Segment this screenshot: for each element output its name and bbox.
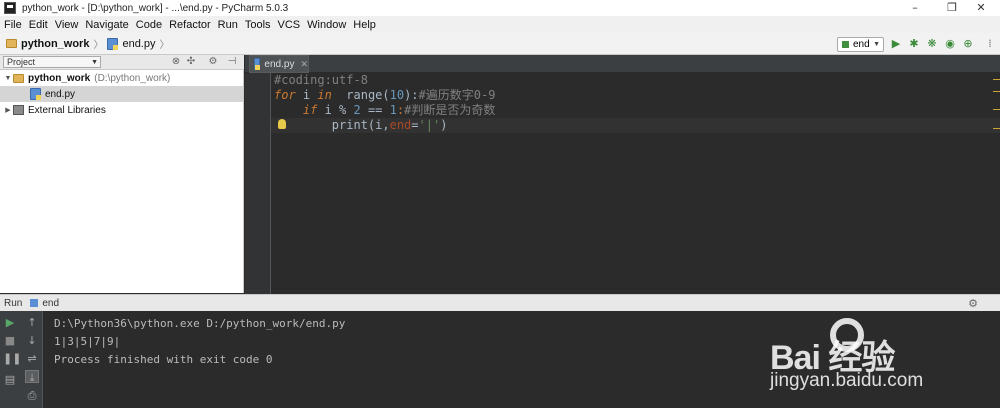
pause-icon[interactable]: ❚❚: [3, 352, 21, 365]
baidu-watermark: Bai 经验 jingyan.baidu.com: [770, 318, 990, 391]
breadcrumb-project[interactable]: python_work: [6, 38, 89, 50]
arrow-down-icon[interactable]: ↓: [25, 334, 39, 347]
error-stripe-mark[interactable]: [993, 79, 1000, 80]
expand-right-icon[interactable]: ▶: [3, 106, 13, 114]
editor-gutter: [245, 73, 271, 294]
arrow-up-icon[interactable]: ↑: [25, 316, 39, 329]
menu-code[interactable]: Code: [136, 19, 162, 31]
hide-panel-icon[interactable]: ⊣: [226, 56, 238, 67]
error-stripe-mark[interactable]: [993, 109, 1000, 110]
tree-item-end-py[interactable]: end.py: [0, 86, 243, 102]
watermark-url: jingyan.baidu.com: [770, 370, 924, 391]
console-output: 1|3|5|7|9|: [54, 335, 121, 348]
menu-navigate[interactable]: Navigate: [85, 19, 128, 31]
error-stripe-mark[interactable]: [993, 128, 1000, 129]
run-icon[interactable]: ▶: [890, 38, 902, 50]
chevron-right-icon: 〉: [93, 40, 104, 51]
menu-tools[interactable]: Tools: [245, 19, 271, 31]
restore-layout-icon[interactable]: ▤: [3, 373, 17, 386]
editor-tab-bar: end.py ✕: [245, 55, 1000, 73]
menu-view[interactable]: View: [55, 19, 79, 31]
project-tree: ▼ python_work (D:\python_work) end.py ▶ …: [0, 70, 244, 293]
error-stripe-mark[interactable]: [993, 91, 1000, 92]
debug-icon[interactable]: ✱: [908, 38, 920, 50]
tab-end-py[interactable]: end.py ✕: [249, 55, 309, 73]
code-line-4: print(i,end='|'): [331, 118, 448, 132]
run-panel-header: Run end ⚙: [0, 294, 1000, 311]
folder-icon: [6, 39, 17, 48]
run-configuration-select[interactable]: end ▼: [837, 37, 884, 52]
menu-refactor[interactable]: Refactor: [169, 19, 211, 31]
minimize-button[interactable]: –: [896, 0, 934, 16]
baidu-paw-logo: [830, 318, 864, 352]
console-exit-status: Process finished with exit code 0: [54, 353, 273, 366]
code-line-2: for i in range(10):#遍历数字0-9: [274, 88, 496, 102]
menu-file[interactable]: File: [4, 19, 22, 31]
python-run-config-icon: [30, 299, 39, 307]
menu-bar: File Edit View Navigate Code Refactor Ru…: [0, 16, 1000, 33]
breadcrumb-file[interactable]: end.py: [107, 37, 155, 50]
python-file-icon: [254, 58, 261, 70]
menu-vcs[interactable]: VCS: [278, 19, 301, 31]
rerun-icon[interactable]: ▶: [3, 316, 17, 329]
python-run-config-icon: [842, 41, 849, 48]
run-config-name: end: [42, 297, 60, 309]
vcs-icon[interactable]: ⊕: [962, 38, 974, 50]
code-line-3: if i % 2 == 1:#判断是否为奇数: [302, 103, 496, 117]
scroll-to-end-icon[interactable]: ⤓: [25, 370, 39, 384]
menu-edit[interactable]: Edit: [29, 19, 48, 31]
folder-icon: [13, 73, 24, 83]
code-editor[interactable]: #coding:utf-8 for i in range(10):#遍历数字0-…: [245, 73, 1000, 294]
print-icon[interactable]: ⎙: [25, 389, 39, 402]
run-panel-title: Run: [4, 297, 23, 309]
chevron-down-icon: ▼: [873, 41, 880, 48]
library-icon: [13, 105, 24, 115]
menu-help[interactable]: Help: [353, 19, 376, 31]
close-tab-icon[interactable]: ✕: [300, 59, 308, 70]
chevron-right-icon: 〉: [159, 40, 170, 51]
title-bar: python_work - [D:\python_work] - ...\end…: [0, 0, 1000, 16]
tree-item-project[interactable]: ▼ python_work (D:\python_work): [0, 70, 243, 86]
window-title: python_work - [D:\python_work] - ...\end…: [22, 2, 289, 14]
tree-item-external-libraries[interactable]: ▶ External Libraries: [0, 102, 243, 118]
code-line-1: #coding:utf-8: [274, 73, 368, 87]
console-command: D:\Python36\python.exe D:/python_work/en…: [54, 317, 346, 330]
expand-down-icon[interactable]: ▼: [3, 75, 13, 82]
python-file-icon: [107, 37, 119, 50]
python-file-icon: [30, 88, 41, 100]
gear-icon[interactable]: ⚙: [207, 56, 219, 67]
sync-icon[interactable]: ⊗: [170, 56, 182, 67]
profile-icon[interactable]: ◉: [944, 38, 956, 50]
menu-run[interactable]: Run: [218, 19, 238, 31]
chevron-down-icon: ▼: [91, 58, 98, 66]
settings-icon[interactable]: ⁞: [984, 38, 996, 50]
pycharm-app-icon: [4, 2, 16, 14]
coverage-icon[interactable]: ❋: [926, 38, 938, 50]
project-view-select[interactable]: Project ▼: [3, 56, 101, 68]
collapse-all-icon[interactable]: ✣: [185, 56, 197, 67]
soft-wrap-icon[interactable]: ⇌: [25, 352, 39, 365]
gear-icon[interactable]: ⚙: [968, 297, 978, 310]
close-button[interactable]: ✕: [962, 0, 1000, 16]
stop-icon[interactable]: ■: [3, 334, 17, 347]
menu-window[interactable]: Window: [307, 19, 346, 31]
